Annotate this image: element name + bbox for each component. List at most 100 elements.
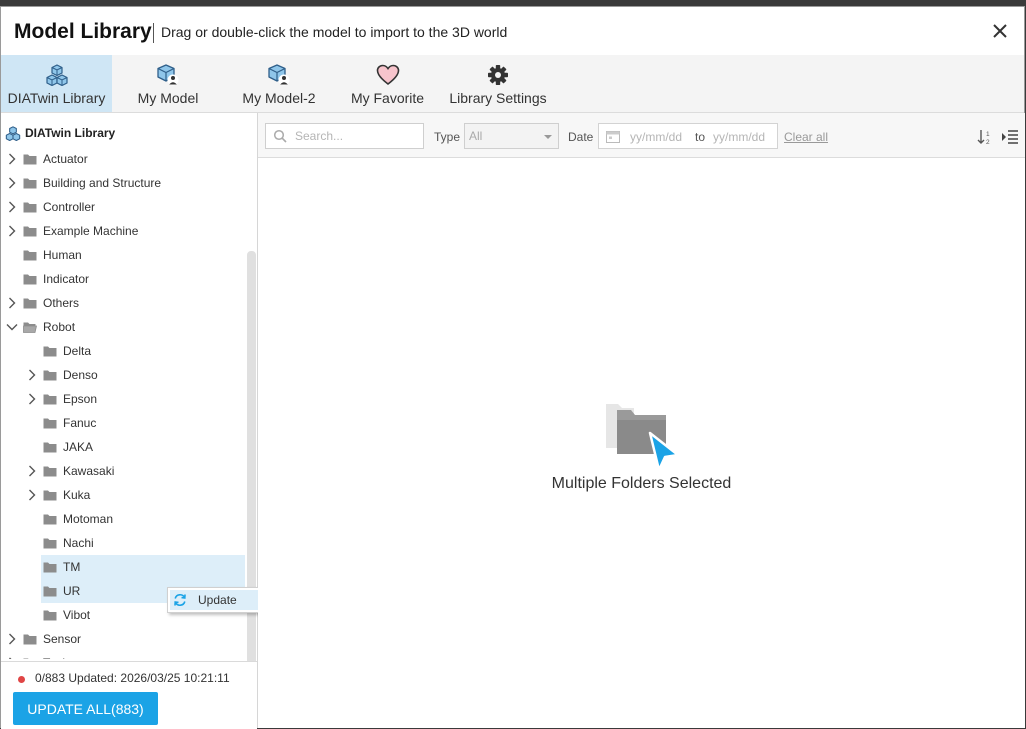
folder-icon (23, 153, 37, 165)
tree-item-others[interactable]: Others (5, 291, 79, 315)
date-from-input[interactable]: yy/mm/dd (630, 130, 682, 144)
tree-item-epson[interactable]: Epson (25, 387, 97, 411)
gear-icon (486, 64, 510, 86)
tree-item-label: JAKA (63, 440, 94, 454)
folder-open-icon (23, 321, 37, 333)
date-to-input[interactable]: yy/mm/dd (713, 130, 765, 144)
sort-icon[interactable]: 1 2 (977, 129, 993, 145)
tree-item-label: Tool (43, 656, 65, 659)
tree-item-fanuc[interactable]: Fanuc (25, 411, 96, 435)
tree-item-kawasaki[interactable]: Kawasaki (25, 459, 114, 483)
tree-item-controller[interactable]: Controller (5, 195, 95, 219)
tab-bar: DIATwin Library My Model My Model-2 My F… (1, 55, 1024, 113)
date-range-picker[interactable]: yy/mm/dd to yy/mm/dd (598, 123, 778, 149)
tree-item-label: Kuka (63, 488, 91, 502)
folder-icon (43, 489, 57, 501)
folder-icon (23, 225, 37, 237)
tree-item-human[interactable]: Human (5, 243, 82, 267)
chevron-right-icon[interactable] (5, 176, 19, 190)
tree-scrollbar[interactable] (247, 251, 256, 696)
tree-item-example-machine[interactable]: Example Machine (5, 219, 138, 243)
tab-label: My Model-2 (242, 90, 316, 106)
tree-item-label: Example Machine (43, 224, 139, 238)
tree-root-diatwin-library[interactable]: DIATwin Library (5, 123, 115, 143)
tree-item-label: UR (63, 584, 81, 598)
calendar-icon (606, 131, 620, 143)
multiple-folders-icon (606, 404, 680, 472)
tree-item-motoman[interactable]: Motoman (25, 507, 113, 531)
tab-label: My Model (137, 90, 199, 106)
tree-item-label: Robot (43, 320, 76, 334)
tree-item-sensor[interactable]: Sensor (5, 627, 81, 651)
search-input[interactable] (293, 128, 417, 144)
tree-item-jaka[interactable]: JAKA (25, 435, 93, 459)
tree-item-label: Fanuc (63, 416, 97, 430)
chevron-right-icon[interactable] (5, 152, 19, 166)
tree-item-label: Denso (63, 368, 98, 382)
chevron-right-icon[interactable] (5, 200, 19, 214)
tree-item-label: Delta (63, 344, 92, 358)
type-label: Type (434, 130, 461, 144)
tree-item-nachi[interactable]: Nachi (25, 531, 94, 555)
tree-item-building-and-structure[interactable]: Building and Structure (5, 171, 161, 195)
chevron-right-icon[interactable] (5, 632, 19, 646)
folder-icon (23, 177, 37, 189)
chevron-right-icon[interactable] (5, 656, 19, 659)
cube-user-icon (156, 64, 180, 86)
tab-my-model[interactable]: My Model (119, 55, 217, 112)
chevron-right-icon[interactable] (25, 464, 39, 478)
tree-item-label: Human (43, 248, 82, 262)
chevron-right-icon[interactable] (5, 296, 19, 310)
tab-my-favorite[interactable]: My Favorite (343, 55, 432, 112)
search-box[interactable] (265, 123, 424, 149)
title-bar: Model Library Drag or double-click the m… (1, 7, 1024, 57)
chevron-right-icon[interactable] (25, 488, 39, 502)
tree-item-denso[interactable]: Denso (25, 363, 98, 387)
tree-item-label: Kawasaki (63, 464, 115, 478)
list-view-icon[interactable] (1001, 129, 1019, 145)
tree-item-label: Others (43, 296, 80, 310)
tab-my-model-2[interactable]: My Model-2 (229, 55, 329, 112)
status-bar: 0/883 Updated: 2026/03/25 10:21:11 UPDAT… (1, 661, 257, 729)
window-title: Model Library (14, 20, 152, 43)
close-button[interactable] (988, 19, 1012, 43)
clear-all-link[interactable]: Clear all (784, 130, 828, 144)
tree-item-tool[interactable]: Tool (5, 651, 65, 659)
context-menu-update[interactable]: Update (198, 593, 237, 607)
chevron-right-icon[interactable] (5, 224, 19, 238)
tab-diatwin-library[interactable]: DIATwin Library (1, 55, 112, 112)
tab-library-settings[interactable]: Library Settings (441, 55, 555, 112)
tree-item-vibot[interactable]: Vibot (25, 603, 90, 627)
tree-item-tm[interactable]: TM (25, 555, 80, 579)
chevron-right-icon[interactable] (25, 368, 39, 382)
tree-item-label: Motoman (63, 512, 114, 526)
tree-item-label: Epson (63, 392, 98, 406)
tab-label: DIATwin Library (7, 90, 106, 106)
type-select[interactable]: All (464, 123, 559, 149)
update-all-button[interactable]: UPDATE ALL(883) (13, 692, 158, 725)
chevron-down-icon[interactable] (5, 320, 19, 334)
tree-item-actuator[interactable]: Actuator (5, 147, 88, 171)
tree-item-label: Sensor (43, 632, 82, 646)
tree-item-robot[interactable]: Robot (5, 315, 75, 339)
tab-label: My Favorite (350, 90, 425, 106)
cubes-icon (5, 125, 21, 141)
search-icon (273, 129, 287, 143)
tree-item-label: Actuator (43, 152, 88, 166)
tree-item-ur[interactable]: UR (25, 579, 80, 603)
tree-item-delta[interactable]: Delta (25, 339, 91, 363)
status-dot (18, 676, 25, 683)
title-separator (153, 23, 154, 43)
date-to-label: to (695, 130, 706, 144)
tree-item-kuka[interactable]: Kuka (25, 483, 90, 507)
tree-item-indicator[interactable]: Indicator (5, 267, 89, 291)
folder-icon (43, 417, 57, 429)
svg-text:1: 1 (986, 131, 990, 138)
chevron-right-icon[interactable] (25, 392, 39, 406)
